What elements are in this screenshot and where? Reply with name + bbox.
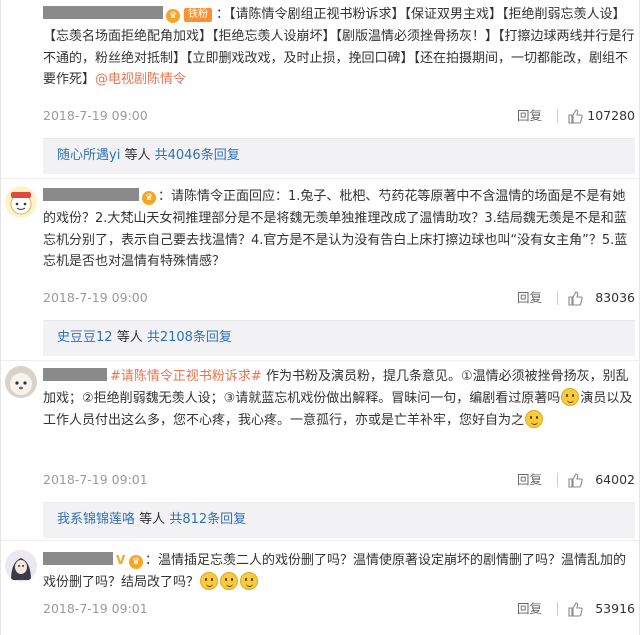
divider bbox=[557, 291, 558, 305]
crown-icon: ♛ bbox=[142, 191, 156, 205]
like-count: 64002 bbox=[595, 472, 635, 487]
divider bbox=[1, 540, 640, 541]
reply-button[interactable]: 回复 bbox=[517, 106, 542, 126]
smiley-emoji-icon bbox=[220, 571, 239, 590]
thumbs-up-icon[interactable] bbox=[567, 472, 583, 488]
smiley-emoji-icon bbox=[561, 387, 580, 406]
thumbs-up-icon[interactable] bbox=[567, 108, 583, 124]
smiley-emoji-icon bbox=[240, 571, 259, 590]
divider bbox=[557, 109, 558, 123]
comment-feed: ♛ 铁粉 ：【请陈情令剧组正视书粉诉求】【保证双男主戏】【拒绝削弱忘羡人设】【忘羡名… bbox=[0, 0, 640, 635]
fan-badge[interactable]: 铁粉 bbox=[184, 8, 212, 22]
crown-icon: ♛ bbox=[129, 555, 143, 569]
divider bbox=[1, 178, 640, 179]
smiley-emoji-icon bbox=[525, 409, 544, 428]
like-count: 107280 bbox=[587, 108, 635, 123]
divider bbox=[1, 360, 640, 361]
comment-body: ♛ 铁粉 ：【请陈情令剧组正视书粉诉求】【保证双男主戏】【拒绝削弱忘羡人设】【忘羡名… bbox=[43, 4, 635, 91]
comment-body: ♛ ：请陈情令正面回应：1.兔子、枇杷、芍药花等原著中不含温情的场面是不是有她的戏… bbox=[43, 186, 635, 273]
comment-date: 2018-7-19 09:00 bbox=[43, 108, 148, 123]
avatar[interactable] bbox=[5, 550, 37, 582]
comment-body: V ♛ ：温情插足忘羡二人的戏份删了吗？温情使原著设定崩坏的剧情删了吗？温情乱加的戏… bbox=[43, 550, 635, 594]
replies-summary[interactable]: 史豆豆12 等人 共2108条回复 bbox=[43, 320, 635, 356]
reply-middle-text: 等人 bbox=[139, 512, 166, 527]
mention-link[interactable]: @电视剧陈情令 bbox=[95, 72, 186, 87]
reply-count-link[interactable]: 共4046条回复 bbox=[155, 148, 240, 163]
thumbs-up-icon[interactable] bbox=[567, 601, 583, 617]
reply-button[interactable]: 回复 bbox=[517, 599, 542, 619]
replies-summary[interactable]: 随心所遇yi 等人 共4046条回复 bbox=[43, 138, 635, 174]
comment-text: ：请陈情令正面回应：1.兔子、枇杷、芍药花等原著中不含温情的场面是不是有她的戏份… bbox=[43, 189, 628, 270]
divider bbox=[557, 602, 558, 616]
avatar[interactable] bbox=[5, 366, 37, 398]
redacted-username[interactable] bbox=[43, 6, 163, 19]
reply-user-link[interactable]: 我系锦锦莲咯 bbox=[57, 512, 135, 527]
replies-summary[interactable]: 我系锦锦莲咯 等人 共812条回复 bbox=[43, 502, 635, 538]
comment-date: 2018-7-19 09:00 bbox=[43, 290, 148, 305]
thumbs-up-icon[interactable] bbox=[567, 290, 583, 306]
smiley-emoji-icon bbox=[200, 571, 219, 590]
reply-user-link[interactable]: 随心所遇yi bbox=[57, 148, 120, 163]
hashtag-link[interactable]: #请陈情令正视书粉诉求# bbox=[110, 369, 262, 384]
redacted-username[interactable] bbox=[43, 552, 113, 565]
reply-user-link[interactable]: 史豆豆12 bbox=[57, 330, 113, 345]
reply-middle-text: 等人 bbox=[116, 330, 143, 345]
comment-meta: 2018-7-19 09:00 回复 83036 bbox=[43, 288, 635, 308]
redacted-username[interactable] bbox=[43, 188, 139, 201]
v-icon: V bbox=[116, 553, 126, 567]
divider bbox=[557, 473, 558, 487]
like-count: 83036 bbox=[595, 290, 635, 305]
crown-icon: ♛ bbox=[166, 9, 180, 23]
comment-date: 2018-7-19 09:01 bbox=[43, 601, 148, 616]
comment-meta: 2018-7-19 09:00 回复 107280 bbox=[43, 106, 635, 126]
redacted-username[interactable] bbox=[43, 368, 107, 381]
reply-count-link[interactable]: 共2108条回复 bbox=[147, 330, 232, 345]
avatar[interactable] bbox=[5, 186, 37, 218]
like-count: 53916 bbox=[595, 601, 635, 616]
comment-date: 2018-7-19 09:01 bbox=[43, 472, 148, 487]
comment-meta: 2018-7-19 09:01 回复 64002 bbox=[43, 470, 635, 490]
reply-middle-text: 等人 bbox=[124, 148, 151, 163]
reply-button[interactable]: 回复 bbox=[517, 470, 542, 490]
comment-body: #请陈情令正视书粉诉求# 作为书粉及演员粉，提几条意见。①温情必须被挫骨扬灰，别… bbox=[43, 366, 635, 431]
reply-button[interactable]: 回复 bbox=[517, 288, 542, 308]
reply-count-link[interactable]: 共812条回复 bbox=[169, 512, 246, 527]
comment-meta: 2018-7-19 09:01 回复 53916 bbox=[43, 599, 635, 619]
